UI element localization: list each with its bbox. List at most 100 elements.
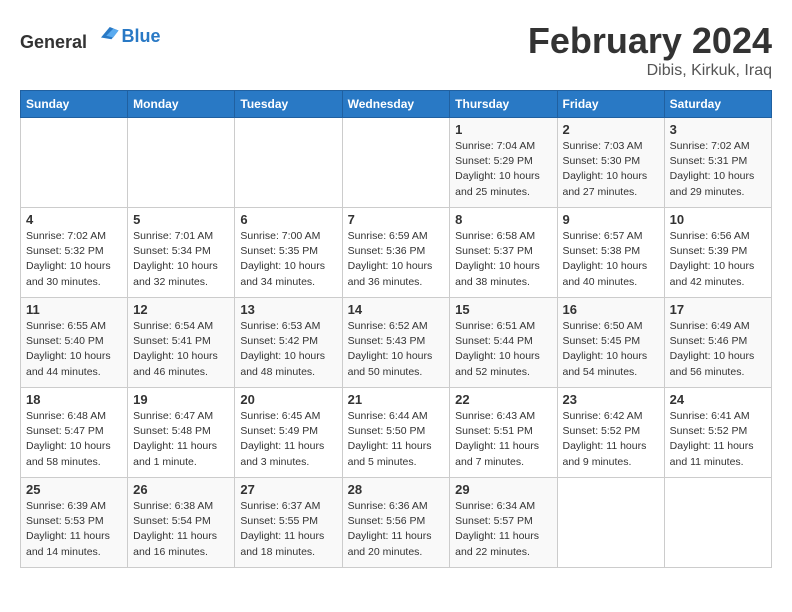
table-row: 28 Sunrise: 6:36 AM Sunset: 5:56 PM Dayli… [342, 478, 450, 568]
day-info: Sunrise: 6:54 AM Sunset: 5:41 PM Dayligh… [133, 319, 229, 380]
day-info: Sunrise: 6:47 AM Sunset: 5:48 PM Dayligh… [133, 409, 229, 470]
header-wednesday: Wednesday [342, 91, 450, 118]
day-info: Sunrise: 6:42 AM Sunset: 5:52 PM Dayligh… [563, 409, 659, 470]
day-info: Sunrise: 6:58 AM Sunset: 5:37 PM Dayligh… [455, 229, 551, 290]
logo-bird-icon [94, 20, 122, 48]
days-header-row: Sunday Monday Tuesday Wednesday Thursday… [21, 91, 772, 118]
day-info: Sunrise: 7:01 AM Sunset: 5:34 PM Dayligh… [133, 229, 229, 290]
day-info: Sunrise: 7:00 AM Sunset: 5:35 PM Dayligh… [240, 229, 336, 290]
table-row: 3 Sunrise: 7:02 AM Sunset: 5:31 PM Daylig… [664, 118, 771, 208]
table-row: 20Sunrise: 6:45 AM Sunset: 5:49 PM Dayli… [235, 388, 342, 478]
day-info: Sunrise: 6:50 AM Sunset: 5:45 PM Dayligh… [563, 319, 659, 380]
title-area: February 2024 Dibis, Kirkuk, Iraq [528, 20, 772, 80]
day-number: 27 [240, 482, 336, 497]
day-info: Sunrise: 6:56 AM Sunset: 5:39 PM Dayligh… [670, 229, 766, 290]
day-number: 1 [455, 122, 551, 137]
table-row: 24Sunrise: 6:41 AM Sunset: 5:52 PM Dayli… [664, 388, 771, 478]
day-info: Sunrise: 7:02 AM Sunset: 5:31 PM Dayligh… [670, 139, 766, 200]
header-saturday: Saturday [664, 91, 771, 118]
day-number: 22 [455, 392, 551, 407]
day-info: Sunrise: 6:59 AM Sunset: 5:36 PM Dayligh… [348, 229, 445, 290]
day-info: Sunrise: 6:53 AM Sunset: 5:42 PM Dayligh… [240, 319, 336, 380]
table-row: 23 Sunrise: 6:42 AM Sunset: 5:52 PM Dayli… [557, 388, 664, 478]
table-row: 27 Sunrise: 6:37 AM Sunset: 5:55 PM Dayli… [235, 478, 342, 568]
day-info: Sunrise: 6:45 AM Sunset: 5:49 PM Dayligh… [240, 409, 336, 470]
table-row [21, 118, 128, 208]
day-number: 21 [348, 392, 445, 407]
header-sunday: Sunday [21, 91, 128, 118]
table-row: 29Sunrise: 6:34 AM Sunset: 5:57 PM Dayli… [450, 478, 557, 568]
day-number: 26 [133, 482, 229, 497]
calendar-table: Sunday Monday Tuesday Wednesday Thursday… [20, 90, 772, 568]
header-area: General Blue February 2024 Dibis, Kirkuk… [20, 20, 772, 80]
day-info: Sunrise: 6:49 AM Sunset: 5:46 PM Dayligh… [670, 319, 766, 380]
day-info: Sunrise: 6:36 AM Sunset: 5:56 PM Dayligh… [348, 499, 445, 560]
table-row: 10Sunrise: 6:56 AM Sunset: 5:39 PM Dayli… [664, 208, 771, 298]
table-row: 21 Sunrise: 6:44 AM Sunset: 5:50 PM Dayli… [342, 388, 450, 478]
table-row: 12 Sunrise: 6:54 AM Sunset: 5:41 PM Dayli… [128, 298, 235, 388]
calendar-week-row: 11 Sunrise: 6:55 AM Sunset: 5:40 PM Dayli… [21, 298, 772, 388]
table-row: 2 Sunrise: 7:03 AM Sunset: 5:30 PM Daylig… [557, 118, 664, 208]
day-number: 2 [563, 122, 659, 137]
logo: General Blue [20, 20, 161, 53]
day-number: 23 [563, 392, 659, 407]
day-info: Sunrise: 6:55 AM Sunset: 5:40 PM Dayligh… [26, 319, 122, 380]
table-row: 1Sunrise: 7:04 AM Sunset: 5:29 PM Daylig… [450, 118, 557, 208]
logo-text-general: General [20, 32, 87, 52]
day-info: Sunrise: 6:39 AM Sunset: 5:53 PM Dayligh… [26, 499, 122, 560]
day-number: 5 [133, 212, 229, 227]
table-row [342, 118, 450, 208]
table-row: 8 Sunrise: 6:58 AM Sunset: 5:37 PM Daylig… [450, 208, 557, 298]
day-number: 12 [133, 302, 229, 317]
day-number: 3 [670, 122, 766, 137]
table-row: 6 Sunrise: 7:00 AM Sunset: 5:35 PM Daylig… [235, 208, 342, 298]
day-number: 8 [455, 212, 551, 227]
table-row: 26 Sunrise: 6:38 AM Sunset: 5:54 PM Dayli… [128, 478, 235, 568]
calendar-week-row: 4Sunrise: 7:02 AM Sunset: 5:32 PM Daylig… [21, 208, 772, 298]
day-number: 19 [133, 392, 229, 407]
day-info: Sunrise: 7:03 AM Sunset: 5:30 PM Dayligh… [563, 139, 659, 200]
day-number: 6 [240, 212, 336, 227]
table-row: 13 Sunrise: 6:53 AM Sunset: 5:42 PM Dayli… [235, 298, 342, 388]
day-number: 16 [563, 302, 659, 317]
day-info: Sunrise: 6:38 AM Sunset: 5:54 PM Dayligh… [133, 499, 229, 560]
table-row: 14Sunrise: 6:52 AM Sunset: 5:43 PM Dayli… [342, 298, 450, 388]
header-tuesday: Tuesday [235, 91, 342, 118]
table-row: 15 Sunrise: 6:51 AM Sunset: 5:44 PM Dayli… [450, 298, 557, 388]
day-number: 11 [26, 302, 122, 317]
table-row: 4Sunrise: 7:02 AM Sunset: 5:32 PM Daylig… [21, 208, 128, 298]
header-thursday: Thursday [450, 91, 557, 118]
day-number: 28 [348, 482, 445, 497]
day-number: 25 [26, 482, 122, 497]
day-number: 17 [670, 302, 766, 317]
day-number: 29 [455, 482, 551, 497]
day-info: Sunrise: 6:57 AM Sunset: 5:38 PM Dayligh… [563, 229, 659, 290]
table-row: 19 Sunrise: 6:47 AM Sunset: 5:48 PM Dayli… [128, 388, 235, 478]
day-info: Sunrise: 6:37 AM Sunset: 5:55 PM Dayligh… [240, 499, 336, 560]
day-info: Sunrise: 6:51 AM Sunset: 5:44 PM Dayligh… [455, 319, 551, 380]
day-info: Sunrise: 6:52 AM Sunset: 5:43 PM Dayligh… [348, 319, 445, 380]
day-info: Sunrise: 6:44 AM Sunset: 5:50 PM Dayligh… [348, 409, 445, 470]
day-number: 15 [455, 302, 551, 317]
day-number: 7 [348, 212, 445, 227]
table-row: 25 Sunrise: 6:39 AM Sunset: 5:53 PM Dayli… [21, 478, 128, 568]
table-row: 9 Sunrise: 6:57 AM Sunset: 5:38 PM Daylig… [557, 208, 664, 298]
table-row: 17 Sunrise: 6:49 AM Sunset: 5:46 PM Dayli… [664, 298, 771, 388]
calendar-title: February 2024 [528, 20, 772, 62]
table-row: 18 Sunrise: 6:48 AM Sunset: 5:47 PM Dayli… [21, 388, 128, 478]
calendar-week-row: 18 Sunrise: 6:48 AM Sunset: 5:47 PM Dayli… [21, 388, 772, 478]
day-number: 18 [26, 392, 122, 407]
day-info: Sunrise: 6:48 AM Sunset: 5:47 PM Dayligh… [26, 409, 122, 470]
table-row: 16 Sunrise: 6:50 AM Sunset: 5:45 PM Dayli… [557, 298, 664, 388]
calendar-week-row: 1Sunrise: 7:04 AM Sunset: 5:29 PM Daylig… [21, 118, 772, 208]
day-number: 24 [670, 392, 766, 407]
table-row: 11 Sunrise: 6:55 AM Sunset: 5:40 PM Dayli… [21, 298, 128, 388]
day-number: 9 [563, 212, 659, 227]
header-monday: Monday [128, 91, 235, 118]
calendar-week-row: 25 Sunrise: 6:39 AM Sunset: 5:53 PM Dayli… [21, 478, 772, 568]
table-row: 5 Sunrise: 7:01 AM Sunset: 5:34 PM Daylig… [128, 208, 235, 298]
table-row [557, 478, 664, 568]
calendar-subtitle: Dibis, Kirkuk, Iraq [528, 62, 772, 80]
day-number: 13 [240, 302, 336, 317]
day-info: Sunrise: 6:43 AM Sunset: 5:51 PM Dayligh… [455, 409, 551, 470]
